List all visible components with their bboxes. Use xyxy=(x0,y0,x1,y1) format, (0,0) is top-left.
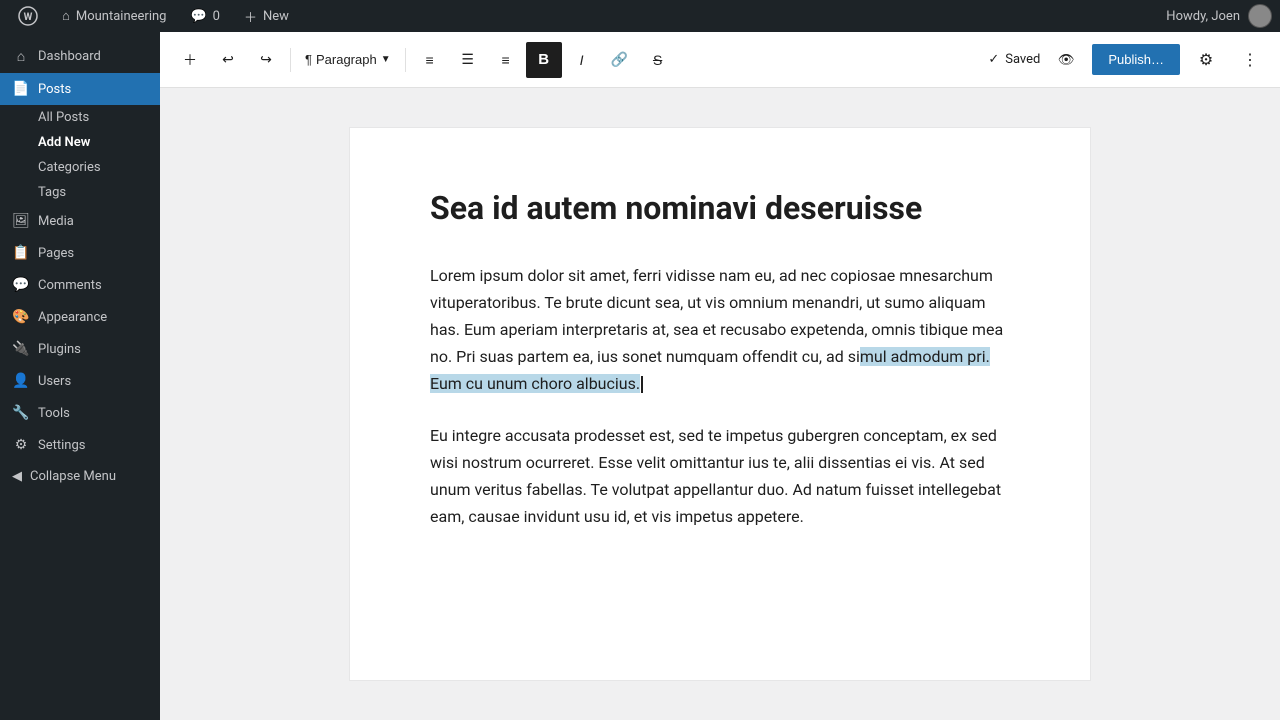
paragraph-icon: ¶ xyxy=(305,52,312,67)
redo-button[interactable]: ↪ xyxy=(248,42,284,78)
wp-logo-button[interactable]: W xyxy=(8,0,48,32)
align-left-button[interactable]: ≡ xyxy=(412,42,448,78)
appearance-icon: 🎨 xyxy=(12,309,30,325)
sidebar-item-label: Comments xyxy=(38,278,102,293)
align-center-button[interactable]: ☰ xyxy=(450,42,486,78)
save-status: ✓ Saved xyxy=(988,52,1040,67)
bold-button[interactable]: B xyxy=(526,42,562,78)
media-icon: 🖼 xyxy=(12,213,30,229)
plugins-icon: 🔌 xyxy=(12,341,30,357)
sidebar-item-label: Users xyxy=(38,374,71,389)
new-content-button[interactable]: ＋ New xyxy=(234,0,299,32)
toolbar-separator-1 xyxy=(290,48,291,72)
highlighted-text: mul admodum pri. Eum cu unum choro albuc… xyxy=(430,347,990,393)
sidebar-item-label: Posts xyxy=(38,82,71,97)
comments-button[interactable]: 💬 0 xyxy=(180,0,230,32)
editor-canvas[interactable]: Sea id autem nominavi deseruisse Lorem i… xyxy=(350,128,1090,680)
sidebar-subitem-add-new[interactable]: Add New xyxy=(0,130,160,155)
new-label: New xyxy=(263,9,289,24)
sidebar-item-label: Media xyxy=(38,214,74,229)
document-settings-button[interactable]: ⚙ xyxy=(1188,42,1224,78)
eye-icon: 👁 xyxy=(1058,52,1075,68)
comment-icon: 💬 xyxy=(190,9,206,24)
site-name: Mountaineering xyxy=(76,9,167,24)
saved-label: Saved xyxy=(1005,52,1040,67)
sidebar-item-settings[interactable]: ⚙ Settings xyxy=(0,429,160,461)
tools-icon: 🔧 xyxy=(12,405,30,421)
toolbar-separator-2 xyxy=(405,48,406,72)
add-block-button[interactable]: ＋ xyxy=(172,42,208,78)
sidebar-item-label: Appearance xyxy=(38,310,107,325)
italic-icon: I xyxy=(580,52,584,68)
sidebar-item-label: Settings xyxy=(38,438,85,453)
post-paragraph-2[interactable]: Eu integre accusata prodesset est, sed t… xyxy=(430,422,1010,531)
sidebar-subitem-categories[interactable]: Categories xyxy=(0,155,160,180)
dashboard-icon: ⌂ xyxy=(12,48,30,65)
sidebar-item-users[interactable]: 👤 Users xyxy=(0,365,160,397)
wp-logo-icon: W xyxy=(18,6,38,26)
paragraph-style-button[interactable]: ¶ Paragraph ▼ xyxy=(297,42,399,78)
align-left-icon: ≡ xyxy=(426,52,434,68)
sidebar-item-label: Pages xyxy=(38,246,74,261)
sidebar-item-label: Tools xyxy=(38,406,70,421)
comments-count: 0 xyxy=(213,9,220,24)
comments-icon: 💬 xyxy=(12,277,30,293)
sidebar-item-media[interactable]: 🖼 Media xyxy=(0,205,160,237)
italic-button[interactable]: I xyxy=(564,42,600,78)
admin-sidebar: ⌂ Dashboard 📄 Posts All Posts Add New Ca… xyxy=(0,32,160,720)
align-right-button[interactable]: ≡ xyxy=(488,42,524,78)
publish-button[interactable]: Publish… xyxy=(1092,44,1180,75)
more-options-button[interactable]: ⋮ xyxy=(1232,42,1268,78)
sidebar-item-comments[interactable]: 💬 Comments xyxy=(0,269,160,301)
preview-button[interactable]: 👁 xyxy=(1048,42,1084,78)
pages-icon: 📋 xyxy=(12,245,30,261)
settings-icon: ⚙ xyxy=(12,437,30,453)
plus-icon: ＋ xyxy=(183,50,197,70)
strikethrough-button[interactable]: S xyxy=(640,42,676,78)
user-greeting: Howdy, Joen xyxy=(1166,4,1272,28)
undo-button[interactable]: ↩ xyxy=(210,42,246,78)
sidebar-item-plugins[interactable]: 🔌 Plugins xyxy=(0,333,160,365)
link-button[interactable]: 🔗 xyxy=(602,42,638,78)
post-paragraph-1[interactable]: Lorem ipsum dolor sit amet, ferri vidiss… xyxy=(430,262,1010,398)
cursor xyxy=(641,376,643,394)
post-title[interactable]: Sea id autem nominavi deseruisse xyxy=(430,188,1010,230)
svg-text:W: W xyxy=(24,12,33,23)
undo-icon: ↩ xyxy=(222,51,234,68)
redo-icon: ↪ xyxy=(260,51,272,68)
sidebar-item-posts[interactable]: 📄 Posts xyxy=(0,73,160,105)
sidebar-item-appearance[interactable]: 🎨 Appearance xyxy=(0,301,160,333)
collapse-label: Collapse Menu xyxy=(30,469,116,484)
paragraph-label: Paragraph xyxy=(316,52,377,67)
check-icon: ✓ xyxy=(988,52,999,67)
bold-icon: B xyxy=(538,51,549,68)
sidebar-item-dashboard[interactable]: ⌂ Dashboard xyxy=(0,40,160,73)
editor-content-area[interactable]: Sea id autem nominavi deseruisse Lorem i… xyxy=(160,88,1280,720)
link-icon: 🔗 xyxy=(611,51,628,68)
avatar[interactable] xyxy=(1248,4,1272,28)
sidebar-item-label: Dashboard xyxy=(38,49,101,64)
sidebar-item-label: Plugins xyxy=(38,342,81,357)
align-right-icon: ≡ xyxy=(502,52,510,68)
plus-icon: ＋ xyxy=(244,7,257,26)
chevron-down-icon: ▼ xyxy=(381,54,391,65)
site-name-button[interactable]: ⌂ Mountaineering xyxy=(52,0,176,32)
users-icon: 👤 xyxy=(12,373,30,389)
sidebar-item-pages[interactable]: 📋 Pages xyxy=(0,237,160,269)
ellipsis-icon: ⋮ xyxy=(1242,50,1258,70)
admin-bar: W ⌂ Mountaineering 💬 0 ＋ New Howdy, Joen xyxy=(0,0,1280,32)
sidebar-subitem-tags[interactable]: Tags xyxy=(0,180,160,205)
align-center-icon: ☰ xyxy=(461,51,474,68)
sidebar-item-tools[interactable]: 🔧 Tools xyxy=(0,397,160,429)
settings-gear-icon: ⚙ xyxy=(1199,50,1213,70)
strikethrough-icon: S xyxy=(653,52,662,68)
collapse-menu-button[interactable]: ◀ Collapse Menu xyxy=(0,461,160,492)
sidebar-subitem-all-posts[interactable]: All Posts xyxy=(0,105,160,130)
editor-toolbar: ＋ ↩ ↪ ¶ Paragraph ▼ ≡ xyxy=(160,32,1280,88)
posts-icon: 📄 xyxy=(12,81,30,97)
collapse-icon: ◀ xyxy=(12,469,22,484)
